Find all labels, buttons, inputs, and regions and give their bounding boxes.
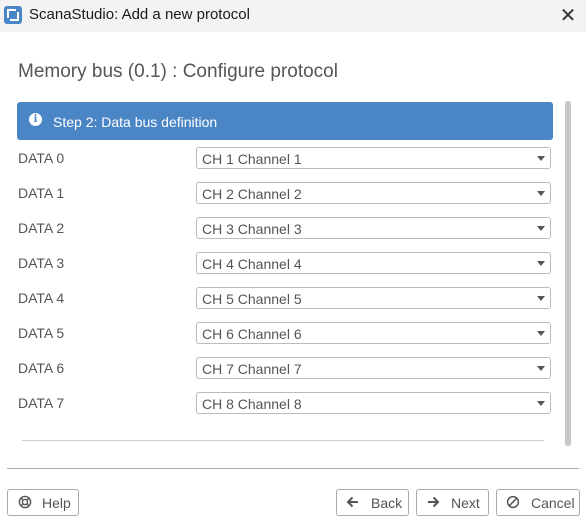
select-value: CH 3 Channel 3 bbox=[202, 221, 302, 237]
close-icon[interactable]: ✕ bbox=[554, 2, 582, 30]
data-3-label: DATA 3 bbox=[18, 255, 65, 271]
select-value: CH 2 Channel 2 bbox=[202, 186, 302, 202]
select-value: CH 5 Channel 5 bbox=[202, 291, 302, 307]
select-value: CH 7 Channel 7 bbox=[202, 361, 302, 377]
data-0-label: DATA 0 bbox=[18, 150, 65, 166]
chevron-down-icon bbox=[537, 191, 545, 196]
help-label: Help bbox=[42, 495, 71, 511]
data-4-select[interactable]: CH 5 Channel 5 bbox=[196, 287, 551, 309]
data-1-select[interactable]: CH 2 Channel 2 bbox=[196, 182, 551, 204]
chevron-down-icon bbox=[537, 331, 545, 336]
data-3-select[interactable]: CH 4 Channel 4 bbox=[196, 252, 551, 274]
next-label: Next bbox=[451, 495, 480, 511]
step-title: Step 2: Data bus definition bbox=[53, 114, 218, 130]
chevron-down-icon bbox=[537, 296, 545, 301]
data-6-label: DATA 6 bbox=[18, 360, 65, 376]
next-button[interactable]: Next bbox=[416, 489, 489, 516]
data-2-label: DATA 2 bbox=[18, 220, 65, 236]
chevron-down-icon bbox=[537, 366, 545, 371]
step-banner: i Step 2: Data bus definition bbox=[17, 102, 553, 140]
arrow-left-icon bbox=[346, 496, 358, 508]
help-button[interactable]: Help bbox=[7, 489, 79, 516]
chevron-down-icon bbox=[537, 156, 545, 161]
page-title: Memory bus (0.1) : Configure protocol bbox=[18, 61, 338, 82]
cancel-icon bbox=[506, 495, 520, 509]
back-label: Back bbox=[371, 495, 403, 511]
select-value: CH 1 Channel 1 bbox=[202, 151, 302, 167]
title-bar: ScanaStudio: Add a new protocol ✕ bbox=[0, 0, 586, 32]
data-2-select[interactable]: CH 3 Channel 3 bbox=[196, 217, 551, 239]
chevron-down-icon bbox=[537, 401, 545, 406]
data-7-select[interactable]: CH 8 Channel 8 bbox=[196, 392, 551, 414]
data-4-label: DATA 4 bbox=[18, 290, 65, 306]
section-divider bbox=[22, 440, 544, 441]
scrollbar-thumb[interactable] bbox=[565, 101, 571, 446]
data-7-label: DATA 7 bbox=[18, 395, 65, 411]
select-value: CH 4 Channel 4 bbox=[202, 256, 302, 272]
select-value: CH 8 Channel 8 bbox=[202, 396, 302, 412]
arrow-right-icon bbox=[428, 496, 440, 508]
data-1-label: DATA 1 bbox=[18, 185, 65, 201]
scrollbar[interactable] bbox=[565, 101, 571, 446]
select-value: CH 6 Channel 6 bbox=[202, 326, 302, 342]
chevron-down-icon bbox=[537, 226, 545, 231]
window-title: ScanaStudio: Add a new protocol bbox=[29, 6, 250, 23]
data-5-label: DATA 5 bbox=[18, 325, 65, 341]
cancel-button[interactable]: Cancel bbox=[496, 489, 580, 516]
app-icon bbox=[4, 6, 22, 24]
data-5-select[interactable]: CH 6 Channel 6 bbox=[196, 322, 551, 344]
chevron-down-icon bbox=[537, 261, 545, 266]
cancel-label: Cancel bbox=[531, 495, 575, 511]
back-button[interactable]: Back bbox=[336, 489, 409, 516]
footer-divider bbox=[7, 468, 579, 469]
data-6-select[interactable]: CH 7 Channel 7 bbox=[196, 357, 551, 379]
info-icon: i bbox=[29, 113, 42, 126]
lifebuoy-icon bbox=[18, 495, 32, 509]
data-0-select[interactable]: CH 1 Channel 1 bbox=[196, 147, 551, 169]
